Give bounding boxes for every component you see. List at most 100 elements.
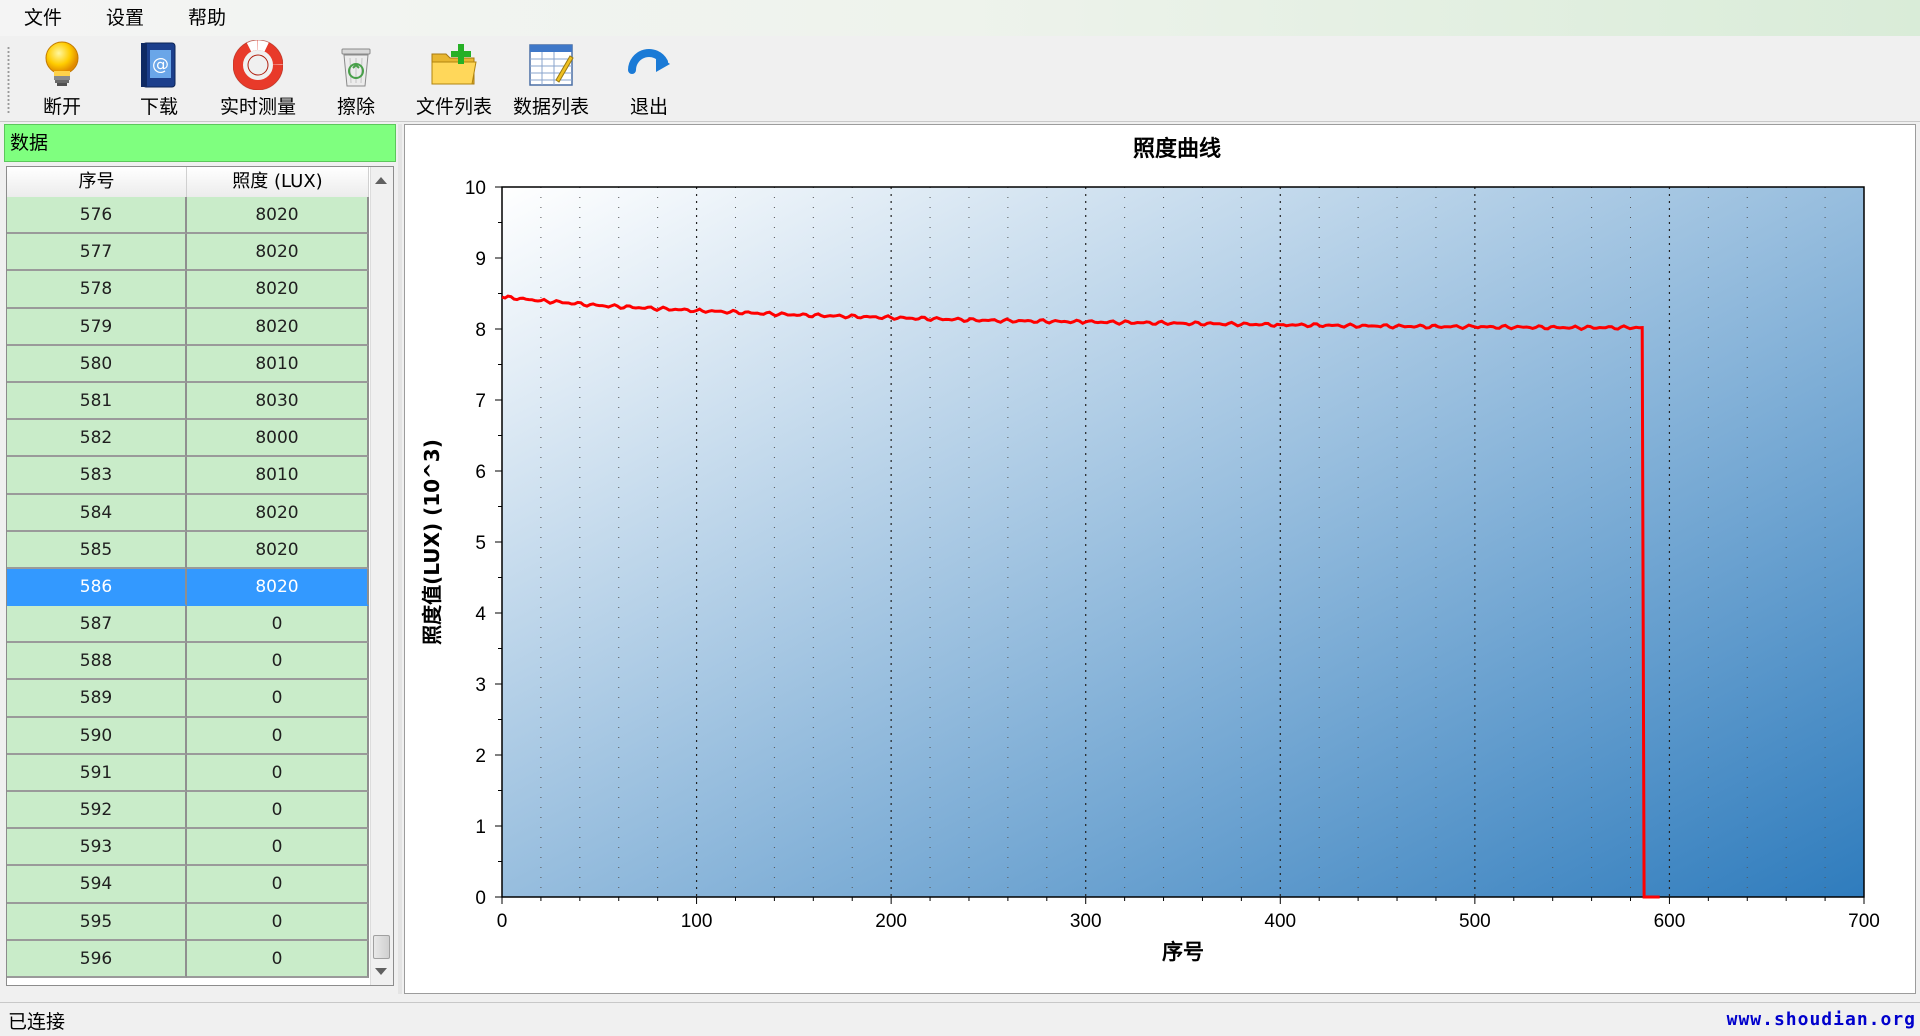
cell-index[interactable]: 576 [7, 197, 187, 235]
cell-lux[interactable]: 8030 [187, 382, 369, 421]
cell-lux[interactable]: 0 [187, 940, 369, 978]
table-row[interactable]: 582 8000 [7, 420, 369, 458]
cell-lux[interactable]: 0 [187, 792, 369, 830]
cell-lux[interactable]: 0 [187, 606, 369, 644]
x-tick-label: 100 [681, 911, 713, 932]
cell-index[interactable]: 587 [7, 606, 187, 644]
cell-lux[interactable]: 0 [187, 754, 369, 792]
address-book-icon: @ [133, 40, 185, 90]
cell-lux[interactable]: 8020 [187, 271, 369, 309]
menu-settings[interactable]: 设置 [82, 0, 164, 36]
cell-lux[interactable]: 8000 [187, 420, 369, 458]
cell-index[interactable]: 592 [7, 792, 187, 830]
column-header-index[interactable]: 序号 [7, 167, 187, 197]
file-list-button[interactable]: 文件列表 [408, 40, 500, 118]
cell-index[interactable]: 581 [7, 382, 187, 421]
vertical-scrollbar[interactable] [370, 167, 393, 985]
cell-index[interactable]: 588 [7, 643, 187, 681]
y-tick-label: 7 [475, 391, 486, 412]
scroll-up-icon[interactable] [375, 177, 387, 184]
undo-arrow-icon [623, 40, 675, 90]
panel-splitter[interactable] [398, 124, 402, 994]
table-row[interactable]: 590 0 [7, 717, 369, 755]
download-button[interactable]: @ 下载 [113, 40, 205, 118]
table-row[interactable]: 585 8020 [7, 531, 369, 569]
cell-index[interactable]: 595 [7, 903, 187, 941]
cell-lux[interactable]: 0 [187, 643, 369, 681]
cell-index[interactable]: 593 [7, 829, 187, 867]
x-tick-label: 700 [1848, 911, 1880, 932]
cell-lux[interactable]: 0 [187, 829, 369, 867]
table-row[interactable]: 578 8020 [7, 271, 369, 309]
table-row[interactable]: 579 8020 [7, 308, 369, 346]
cell-lux[interactable]: 8020 [187, 531, 369, 569]
cell-index[interactable]: 579 [7, 308, 187, 346]
table-row[interactable]: 594 0 [7, 866, 369, 904]
data-grid[interactable]: 序号 照度 (LUX) 576 8020 577 8020 578 8020 579 8020… [6, 166, 394, 986]
cell-index[interactable]: 583 [7, 457, 187, 495]
cell-index[interactable]: 590 [7, 717, 187, 755]
exit-button[interactable]: 退出 [603, 40, 695, 118]
table-row[interactable]: 595 0 [7, 903, 369, 941]
erase-label: 擦除 [336, 96, 375, 118]
y-tick-label: 2 [475, 746, 486, 767]
cell-index[interactable]: 580 [7, 345, 187, 383]
cell-index[interactable]: 591 [7, 754, 187, 792]
cell-lux[interactable]: 8020 [187, 197, 369, 235]
cell-lux[interactable]: 8020 [187, 568, 369, 607]
cell-index[interactable]: 594 [7, 866, 187, 904]
y-axis: 0 1 2 3 4 5 6 7 8 9 10 [465, 178, 502, 909]
cell-index[interactable]: 578 [7, 271, 187, 309]
chart-panel: 照度曲线 0 100 200 300 400 500 600 700 0 1 2 3 4 5 6 7 8 9 10… [404, 124, 1916, 994]
connection-status: 已连接 [8, 1011, 66, 1033]
table-row[interactable]: 580 8010 [7, 345, 369, 383]
menu-file[interactable]: 文件 [0, 0, 82, 36]
data-panel-title: 数据 [4, 124, 396, 162]
table-row[interactable]: 581 8030 [7, 382, 369, 421]
cell-lux[interactable]: 8020 [187, 234, 369, 272]
cell-index[interactable]: 596 [7, 940, 187, 978]
cell-index[interactable]: 586 [7, 568, 187, 607]
cell-lux[interactable]: 0 [187, 680, 369, 718]
y-tick-label: 4 [475, 604, 486, 625]
column-header-lux[interactable]: 照度 (LUX) [187, 167, 369, 197]
table-row[interactable]: 592 0 [7, 792, 369, 830]
table-row[interactable]: 593 0 [7, 829, 369, 867]
svg-text:@: @ [152, 55, 169, 75]
table-row[interactable]: 577 8020 [7, 234, 369, 272]
table-row[interactable]: 587 0 [7, 606, 369, 644]
illuminance-chart: 照度曲线 0 100 200 300 400 500 600 700 0 1 2 3 4 5 6 7 8 9 10… [420, 136, 1880, 964]
x-tick-label: 400 [1264, 911, 1296, 932]
scroll-down-icon[interactable] [375, 968, 387, 975]
table-row[interactable]: 586 8020 [7, 568, 369, 607]
table-row[interactable]: 583 8010 [7, 457, 369, 495]
cell-index[interactable]: 577 [7, 234, 187, 272]
table-row[interactable]: 576 8020 [7, 197, 369, 235]
data-list-button[interactable]: 数据列表 [505, 40, 597, 118]
status-bar: 已连接 www.shoudian.org [0, 1002, 1920, 1036]
cell-lux[interactable]: 0 [187, 717, 369, 755]
cell-index[interactable]: 585 [7, 531, 187, 569]
table-row[interactable]: 596 0 [7, 940, 369, 978]
x-axis-label: 序号 [1162, 940, 1204, 964]
erase-button[interactable]: 擦除 [310, 40, 402, 118]
cell-lux[interactable]: 0 [187, 866, 369, 904]
realtime-measure-button[interactable]: 实时测量 [212, 40, 304, 118]
cell-lux[interactable]: 0 [187, 903, 369, 941]
cell-lux[interactable]: 8010 [187, 345, 369, 383]
cell-lux[interactable]: 8020 [187, 494, 369, 532]
cell-lux[interactable]: 8020 [187, 308, 369, 346]
cell-index[interactable]: 582 [7, 420, 187, 458]
cell-lux[interactable]: 8010 [187, 457, 369, 495]
cell-index[interactable]: 589 [7, 680, 187, 718]
menu-help[interactable]: 帮助 [164, 0, 246, 36]
table-row[interactable]: 584 8020 [7, 494, 369, 532]
table-row[interactable]: 588 0 [7, 643, 369, 681]
scroll-thumb[interactable] [373, 935, 390, 959]
cell-index[interactable]: 584 [7, 494, 187, 532]
toolbar-grip[interactable] [7, 46, 10, 114]
y-tick-label: 0 [475, 888, 486, 909]
table-row[interactable]: 589 0 [7, 680, 369, 718]
table-row[interactable]: 591 0 [7, 754, 369, 792]
disconnect-button[interactable]: 断开 [16, 40, 108, 118]
